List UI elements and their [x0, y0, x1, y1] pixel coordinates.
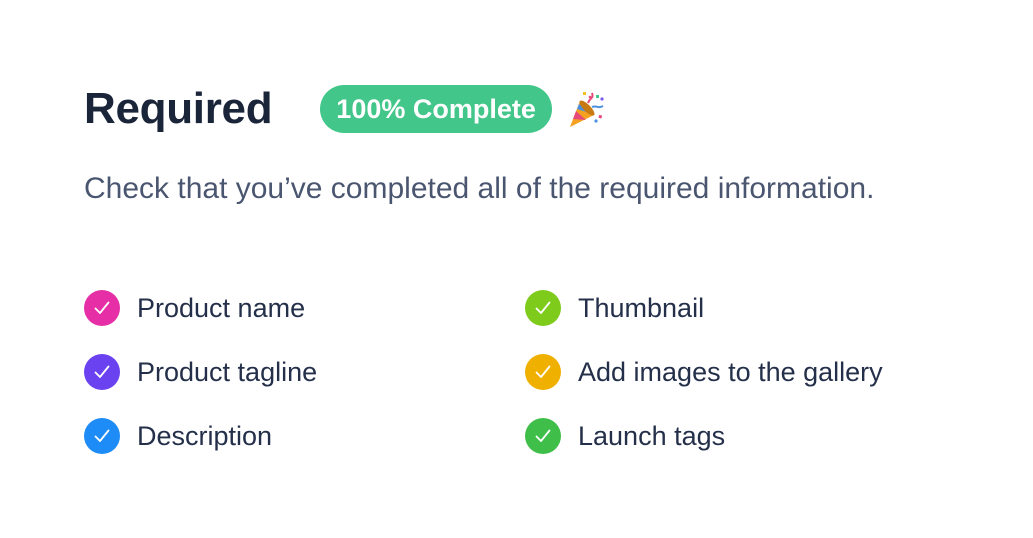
checkmark-icon[interactable] [84, 354, 120, 390]
checklist-item-label: Add images to the gallery [578, 357, 883, 387]
checklist-item[interactable]: Add images to the gallery [525, 350, 966, 394]
checklist-item-label: Product tagline [137, 357, 318, 387]
checkmark-icon[interactable] [84, 418, 120, 454]
checklist-item[interactable]: Description [84, 414, 525, 458]
checklist-item[interactable]: Product name [84, 286, 525, 330]
checklist-item-label: Product name [137, 293, 306, 323]
checklist-item-label: Launch tags [578, 421, 726, 451]
checklist-item-label: Thumbnail [578, 293, 705, 323]
header-row: Required 100% Complete [84, 82, 606, 136]
checkmark-icon[interactable] [525, 418, 561, 454]
page-subtitle: Check that you’ve completed all of the r… [84, 172, 875, 205]
checkmark-icon[interactable] [525, 354, 561, 390]
checklist-item[interactable]: Launch tags [525, 414, 966, 458]
checkmark-icon[interactable] [525, 290, 561, 326]
required-checklist: Product name Thumbnail Product tagline Add … [84, 286, 964, 478]
checklist-item[interactable]: Product tagline [84, 350, 525, 394]
party-popper-icon [566, 89, 606, 129]
checklist-item[interactable]: Thumbnail [525, 286, 966, 330]
completion-badge: 100% Complete [320, 85, 552, 133]
checkmark-icon[interactable] [84, 290, 120, 326]
checklist-item-label: Description [137, 421, 273, 451]
page-title: Required [84, 84, 273, 133]
